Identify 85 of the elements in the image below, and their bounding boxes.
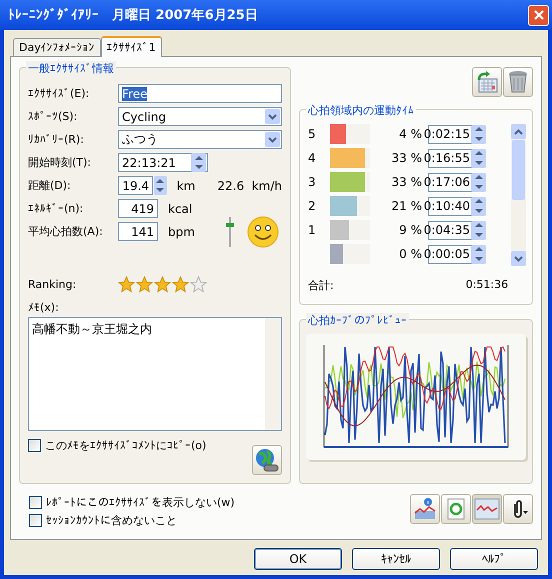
percent-text: 21 % <box>390 199 422 213</box>
tab[interactable]: ｴｸｻｻｲｽﾞ1 <box>100 36 162 57</box>
line-chart-icon <box>474 498 500 520</box>
refresh-button[interactable] <box>441 494 471 524</box>
star-icon <box>118 276 135 292</box>
zone-number: 2 <box>308 199 317 213</box>
checkbox-label: ﾚﾎﾟｰﾄにこのｴｸｻｻｲｽﾞを表示しない(w) <box>46 495 235 510</box>
star-icon <box>172 276 189 292</box>
unit-label: km <box>176 178 196 192</box>
field-label: ｴｸｻｻｲｽﾞ(E): <box>28 87 90 100</box>
star-icon <box>136 276 153 292</box>
dropdown[interactable]: Cycling <box>118 107 282 126</box>
percent-text: 33 % <box>390 175 422 189</box>
trash-icon <box>507 70 529 94</box>
spinner-icon[interactable] <box>471 220 486 240</box>
field-label: ｴﾈﾙｷﾞｰ(n): <box>28 202 84 215</box>
dialog-button[interactable]: ﾍﾙﾌﾟ <box>450 548 538 570</box>
calendar-button[interactable] <box>472 67 502 97</box>
close-icon <box>532 9 544 21</box>
text-field[interactable]: Free <box>118 84 282 103</box>
delete-button[interactable] <box>503 67 533 97</box>
time-field[interactable]: 22:13:21 <box>118 153 208 172</box>
attachment-button[interactable] <box>503 494 533 524</box>
spinner-icon[interactable] <box>471 148 486 168</box>
checkbox-label: ｾｯｼｮﾝｶｳﾝﾄに含めないこと <box>46 513 177 528</box>
scroll-up-icon <box>511 124 526 139</box>
memo-field[interactable]: 高幡不動～京王堀之内 <box>28 317 282 431</box>
star-rating[interactable] <box>118 276 207 292</box>
group-title: 心拍ｶｰﾌﾞのﾌﾟﾚﾋﾞｭｰ <box>306 313 409 328</box>
checkbox[interactable] <box>29 514 42 527</box>
smiley-icon <box>247 216 279 248</box>
checkbox-label: このﾒﾓをｴｸｻｻｲｽﾞｺﾒﾝﾄにｺﾋﾟｰ(o) <box>45 438 206 453</box>
dialog-button[interactable]: OK <box>254 548 342 570</box>
total-time: 0:51:36 <box>466 278 508 293</box>
total-label: 合計: <box>308 278 334 293</box>
spinner-icon[interactable] <box>471 196 486 216</box>
calendar-arrow-icon <box>475 70 499 94</box>
feeling-slider[interactable] <box>225 217 235 247</box>
window-title: ﾄﾚｰﾆﾝｸﾞﾀﾞｲｱﾘｰ 月曜日 2007年6月25日 <box>8 7 258 24</box>
percent-text: 4 % <box>398 127 422 141</box>
scroll-thumb[interactable] <box>512 140 525 200</box>
scrollbar[interactable] <box>511 124 526 266</box>
star-icon <box>190 276 207 292</box>
group-title: 心拍領域内の運動ﾀｲﾑ <box>306 103 416 118</box>
percent-text: 0 % <box>398 247 422 261</box>
globe-link-button[interactable] <box>252 445 282 475</box>
zone-number: 3 <box>308 175 317 189</box>
speed-text: 22.6 km/h <box>217 178 282 192</box>
spinner-icon[interactable] <box>471 244 486 264</box>
dialog-button[interactable]: ｷｬﾝｾﾙ <box>352 548 440 570</box>
percent-text: 33 % <box>390 151 422 165</box>
field-label: 開始時刻(T): <box>28 155 92 170</box>
checkbox[interactable] <box>28 439 41 452</box>
spinner-icon[interactable] <box>471 124 486 144</box>
zone-number: 5 <box>308 127 317 141</box>
chart-info-button[interactable] <box>410 494 440 524</box>
field-label: 距離(D): <box>28 178 72 193</box>
dropdown[interactable]: ふつう <box>118 130 282 149</box>
number-field[interactable]: 19.4 <box>118 176 154 195</box>
checkbox[interactable] <box>29 496 42 509</box>
spinner-icon[interactable] <box>154 176 167 195</box>
ranking-label: Ranking: <box>28 278 78 290</box>
percent-text: 9 % <box>398 223 422 237</box>
globe-link-icon <box>254 447 280 473</box>
close-button[interactable] <box>528 4 549 26</box>
star-icon <box>154 276 171 292</box>
chart-info-icon <box>413 497 437 521</box>
chart-button[interactable] <box>472 494 502 524</box>
refresh-page-icon <box>445 497 467 521</box>
field-label: ｽﾎﾟｰﾂ(S): <box>28 110 78 123</box>
number-field[interactable]: 419 <box>118 199 158 218</box>
field-label: ﾘｶﾊﾞﾘｰ(R): <box>28 133 85 146</box>
field-label: 平均心拍数(A): <box>28 224 104 239</box>
unit-label: bpm <box>168 224 195 238</box>
memo-label: ﾒﾓ(x): <box>28 301 60 314</box>
unit-label: kcal <box>168 202 192 216</box>
spinner-icon <box>191 153 206 172</box>
zone-number: 1 <box>308 223 317 237</box>
scroll-down-icon <box>511 251 526 266</box>
group-title: 一般ｴｸｻｻｲｽﾞ情報 <box>26 61 116 76</box>
spinner-icon[interactable] <box>471 172 486 192</box>
tab[interactable]: Dayｲﾝﾌｫﾒｰｼｮﾝ <box>13 38 101 56</box>
zone-number: 4 <box>308 151 317 165</box>
number-field[interactable]: 141 <box>118 222 158 241</box>
scrollbar[interactable] <box>265 318 281 430</box>
